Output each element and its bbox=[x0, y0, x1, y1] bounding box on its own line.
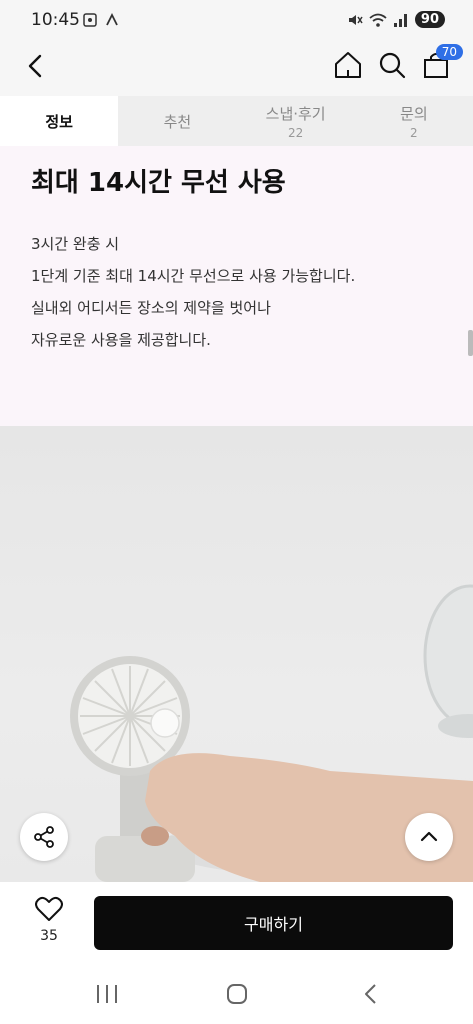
status-right: 90 bbox=[347, 11, 445, 28]
recent-apps-button[interactable] bbox=[92, 982, 122, 1006]
buy-button[interactable]: 구매하기 bbox=[94, 896, 453, 950]
like-count: 35 bbox=[40, 928, 58, 944]
signal-icon bbox=[393, 13, 407, 27]
back-nav-icon bbox=[365, 984, 376, 1004]
search-button[interactable] bbox=[377, 50, 407, 80]
description-line: 자유로운 사용을 제공합니다. bbox=[31, 331, 211, 349]
product-description: 최대 14시간 무선 사용 3시간 완충 시 1단계 기준 최대 14시간 무선… bbox=[0, 146, 473, 426]
tab-snap-review[interactable]: 스냅·후기 22 bbox=[237, 96, 355, 146]
home-nav-icon bbox=[227, 984, 247, 1004]
back-icon bbox=[28, 54, 42, 78]
status-left-icons bbox=[82, 12, 120, 28]
status-bar: 10:45 90 bbox=[0, 0, 473, 42]
tab-bar: 정보 추천 스냅·후기 22 문의 2 bbox=[0, 96, 473, 146]
tab-count: 2 bbox=[410, 125, 418, 140]
search-icon bbox=[379, 52, 406, 79]
back-button[interactable] bbox=[22, 52, 50, 80]
description-text: 3시간 완충 시 1단계 기준 최대 14시간 무선으로 사용 가능합니다. 실… bbox=[31, 228, 355, 356]
battery-indicator: 90 bbox=[414, 11, 445, 28]
scrollbar-handle[interactable] bbox=[468, 330, 473, 356]
screenshot-icon bbox=[83, 13, 97, 27]
product-photo bbox=[0, 426, 473, 882]
tab-label: 추천 bbox=[163, 112, 192, 131]
system-nav-bar bbox=[0, 962, 473, 1024]
chevron-up-icon bbox=[420, 831, 438, 842]
back-nav-button[interactable] bbox=[356, 982, 386, 1006]
home-icon bbox=[335, 52, 361, 78]
description-line: 1단계 기준 최대 14시간 무선으로 사용 가능합니다. bbox=[31, 267, 356, 285]
heart-icon bbox=[35, 896, 63, 921]
section-heading: 최대 14시간 무선 사용 bbox=[31, 168, 286, 198]
tab-inquiry[interactable]: 문의 2 bbox=[355, 96, 473, 146]
tab-recommend[interactable]: 추천 bbox=[118, 96, 236, 146]
home-nav-button[interactable] bbox=[222, 982, 252, 1006]
like-button[interactable]: 35 bbox=[24, 896, 74, 948]
cart-button[interactable]: 70 bbox=[421, 44, 463, 80]
share-icon bbox=[34, 826, 54, 848]
tab-label: 정보 bbox=[45, 112, 73, 131]
tab-count: 22 bbox=[287, 125, 304, 140]
tab-label: 스냅·후기 bbox=[265, 104, 326, 123]
fan-illustration bbox=[70, 584, 473, 882]
share-button[interactable] bbox=[20, 813, 68, 861]
gesture-icon bbox=[106, 12, 118, 26]
header: 70 bbox=[0, 42, 473, 96]
description-line: 실내외 어디서든 장소의 제약을 벗어나 bbox=[31, 299, 271, 317]
status-time: 10:45 bbox=[31, 10, 80, 30]
tab-label: 문의 bbox=[400, 104, 428, 123]
description-line: 3시간 완충 시 bbox=[31, 235, 120, 253]
wifi-icon bbox=[369, 13, 387, 27]
scroll-to-top-button[interactable] bbox=[405, 813, 453, 861]
mute-icon bbox=[348, 14, 363, 25]
recent-apps-icon bbox=[97, 985, 117, 1003]
home-button[interactable] bbox=[333, 50, 363, 80]
tab-info[interactable]: 정보 bbox=[0, 96, 119, 146]
cart-count-badge: 70 bbox=[435, 44, 463, 60]
bottom-purchase-bar: 35 구매하기 bbox=[0, 882, 473, 962]
